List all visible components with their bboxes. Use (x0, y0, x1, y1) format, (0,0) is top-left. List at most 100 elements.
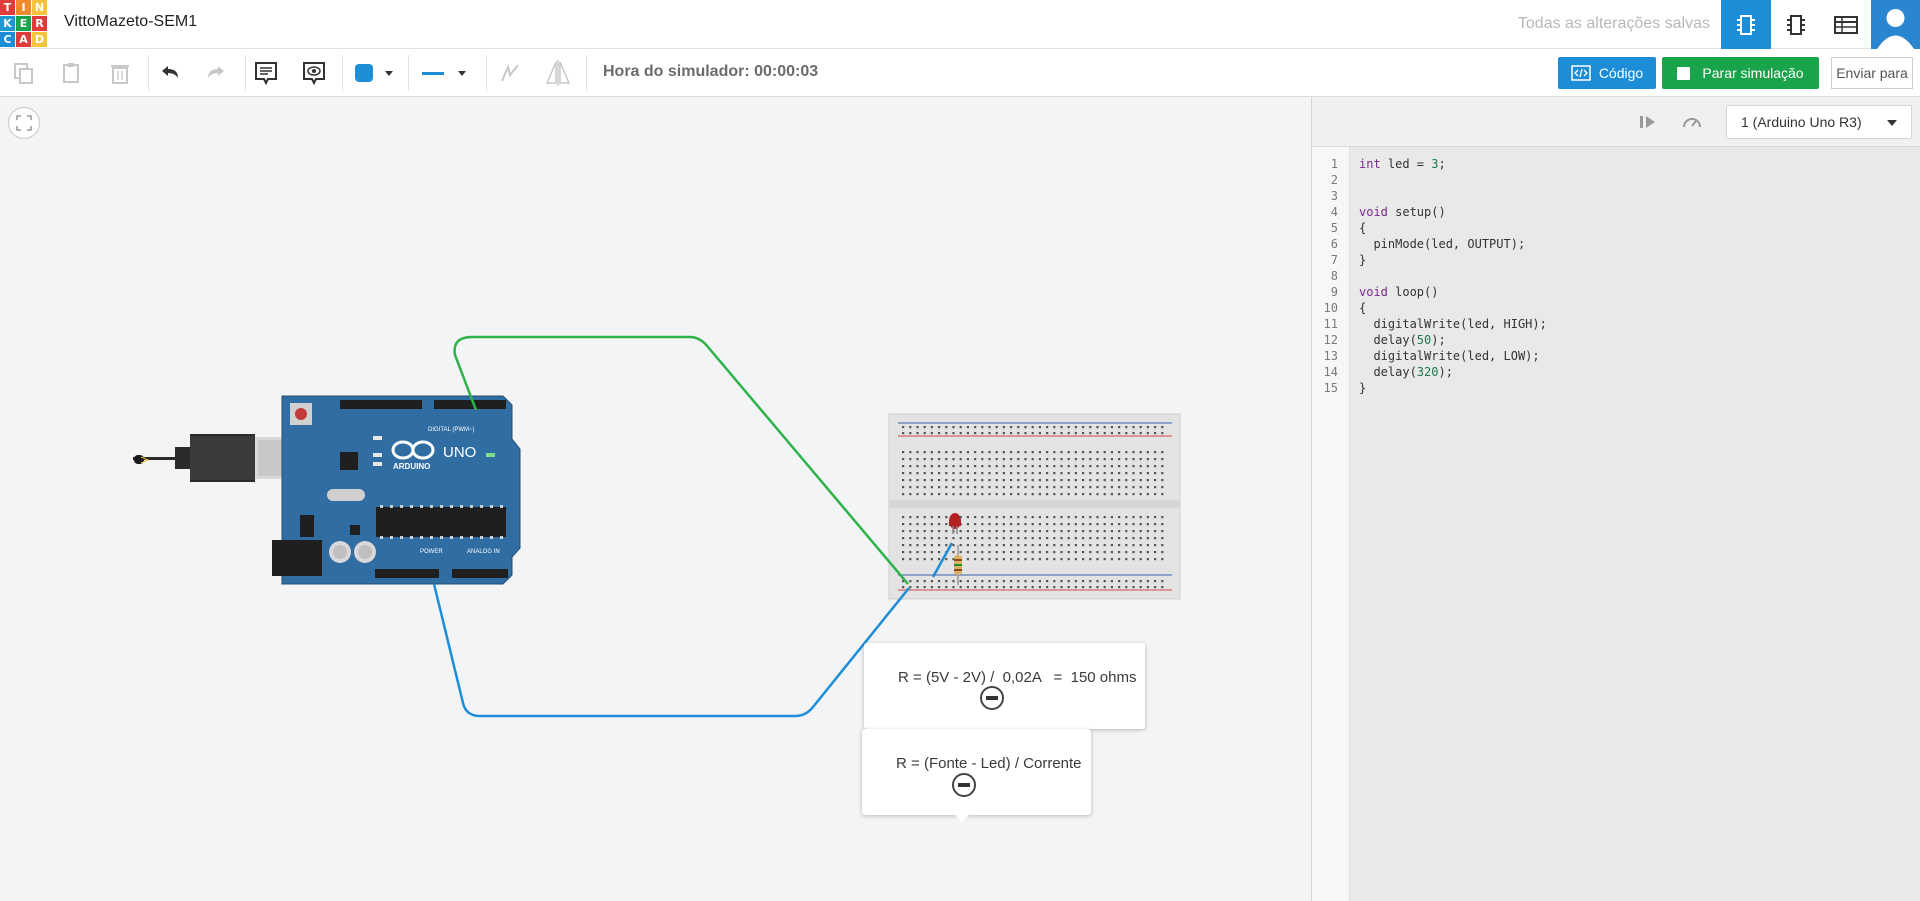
delete-button[interactable] (104, 57, 136, 89)
note-pin-2[interactable] (952, 773, 976, 797)
copy-icon (14, 63, 33, 84)
code-button-label: Código (1598, 65, 1644, 81)
blue-wire[interactable] (432, 583, 910, 718)
code-line[interactable]: { (1359, 220, 1366, 236)
flip-icon (545, 60, 571, 86)
circuit-canvas[interactable]: ARDUINO UNO DIGITAL (PWM~) POWER ANALOG … (0, 97, 1311, 901)
code-line[interactable]: pinMode(led, OUTPUT); (1359, 236, 1525, 252)
arduino-model-text: UNO (443, 444, 476, 461)
logo-letter: T (0, 0, 15, 15)
arduino-power-label: POWER (420, 549, 443, 555)
code-line[interactable]: { (1359, 300, 1366, 316)
note-pin-1[interactable] (980, 686, 1004, 710)
line-number: 8 (1330, 269, 1338, 283)
logo-letter: I (16, 0, 31, 15)
stop-icon (1677, 66, 1691, 80)
color-picker[interactable] (350, 57, 398, 89)
arduino-brand-text: ARDUINO (393, 462, 430, 471)
line-number-gutter: 1 2 3 4 5 6 7 8 9 10 11 12 13 14 15 (1312, 147, 1350, 901)
save-status: Todas as alterações salvas (1517, 15, 1710, 32)
arduino-uno-board[interactable]: ARDUINO UNO DIGITAL (PWM~) POWER ANALOG … (272, 395, 521, 585)
component-list-button[interactable] (1821, 0, 1871, 49)
notes-button[interactable] (250, 57, 282, 89)
toolbar: Hora do simulador: 00:00:03 Código Parar… (0, 49, 1920, 97)
chevron-down-icon (458, 70, 466, 76)
logo-letter: D (32, 32, 47, 47)
device-select-value: 1 (Arduino Uno R3) (1741, 114, 1862, 130)
circuit-icon (1737, 14, 1755, 35)
flip-button[interactable] (542, 57, 574, 89)
redo-button[interactable] (200, 57, 232, 89)
line-number: 2 (1330, 173, 1338, 187)
code-line[interactable]: digitalWrite(led, HIGH); (1359, 316, 1546, 332)
green-wire[interactable] (453, 335, 909, 585)
top-header: TIN KER CAD VittoMazeto-SEM1 Todas as alte… (0, 0, 1920, 49)
user-avatar[interactable] (1871, 0, 1920, 49)
toggle-notes-visibility-button[interactable] (298, 57, 330, 89)
undo-icon (162, 66, 178, 78)
wire-type-picker[interactable] (416, 57, 472, 89)
debugger-button[interactable] (1676, 106, 1708, 138)
logo-letter: R (32, 16, 47, 31)
note-resistance-calc[interactable]: R = (5V - 2V) / 0,02A = 150 ohms (864, 643, 1146, 736)
line-number: 5 (1330, 221, 1338, 235)
line-number: 6 (1330, 237, 1338, 251)
note-text: R = (5V - 2V) / 0,02A = 150 ohms (898, 669, 1137, 686)
breadboard[interactable] (888, 413, 1181, 600)
schematic-view-button[interactable] (1771, 0, 1821, 49)
line-number: 1 (1330, 157, 1338, 171)
code-line[interactable]: void loop() (1359, 284, 1438, 300)
paste-button[interactable] (56, 57, 88, 89)
line-number: 11 (1323, 317, 1338, 331)
code-line[interactable]: digitalWrite(led, LOW); (1359, 348, 1539, 364)
logo-letter: A (16, 32, 31, 47)
color-swatch (355, 64, 373, 82)
line-number: 14 (1323, 365, 1338, 379)
code-line[interactable]: } (1359, 252, 1366, 268)
device-select[interactable]: 1 (Arduino Uno R3) (1726, 105, 1912, 139)
line-number: 13 (1323, 349, 1338, 363)
line-number: 7 (1330, 253, 1338, 267)
redo-icon (208, 66, 224, 78)
trash-icon (111, 65, 129, 84)
line-number: 9 (1330, 285, 1338, 299)
undo-button[interactable] (154, 57, 186, 89)
send-to-button[interactable]: Enviar para (1831, 57, 1913, 89)
chip-icon (1787, 14, 1805, 35)
line-number: 15 (1323, 381, 1338, 395)
code-line[interactable]: int led = 3; (1359, 156, 1446, 172)
logo-letter: E (16, 16, 31, 31)
chevron-down-icon (1887, 120, 1897, 126)
code-button[interactable]: Código (1558, 57, 1656, 89)
logo-letter: C (0, 32, 15, 47)
project-title[interactable]: VittoMazeto-SEM1 (64, 13, 197, 31)
circuit-drawing: ARDUINO UNO DIGITAL (PWM~) POWER ANALOG … (133, 335, 1181, 718)
code-icon (1571, 65, 1591, 81)
simulator-time: Hora do simulador: 00:00:03 (603, 63, 819, 80)
stop-simulation-button[interactable]: Parar simulação (1662, 57, 1819, 89)
rotate-icon (501, 63, 519, 82)
logo-letter: N (32, 0, 47, 15)
code-line[interactable]: } (1359, 380, 1366, 396)
tinkercad-logo[interactable]: TIN KER CAD (0, 0, 47, 47)
rotate-button[interactable] (494, 57, 526, 89)
code-panel: 1 (Arduino Uno R3) 1 2 3 4 5 6 7 8 9 10 11 12 13 14 15… (1311, 97, 1920, 901)
paste-icon (63, 63, 79, 83)
code-line[interactable]: void setup() (1359, 204, 1446, 220)
code-panel-header: 1 (Arduino Uno R3) (1312, 97, 1920, 147)
wire-style-icon (422, 71, 444, 75)
chevron-down-icon (385, 70, 393, 76)
note-resistance-formula[interactable]: R = (Fonte - Led) / Corrente (862, 729, 1091, 822)
line-number: 4 (1330, 205, 1338, 219)
step-button[interactable] (1632, 106, 1664, 138)
copy-button[interactable] (8, 57, 40, 89)
circuit-view-button[interactable] (1721, 0, 1771, 49)
gauge-icon (1683, 118, 1701, 128)
eye-note-icon (303, 62, 325, 86)
user-icon (1877, 9, 1914, 49)
table-icon (1834, 15, 1858, 34)
note-text: R = (Fonte - Led) / Corrente (896, 755, 1082, 772)
code-line[interactable]: delay(320); (1359, 364, 1453, 380)
code-editor[interactable]: int led = 3; void setup(){ pinMode(led, O… (1350, 147, 1920, 901)
code-line[interactable]: delay(50); (1359, 332, 1445, 348)
